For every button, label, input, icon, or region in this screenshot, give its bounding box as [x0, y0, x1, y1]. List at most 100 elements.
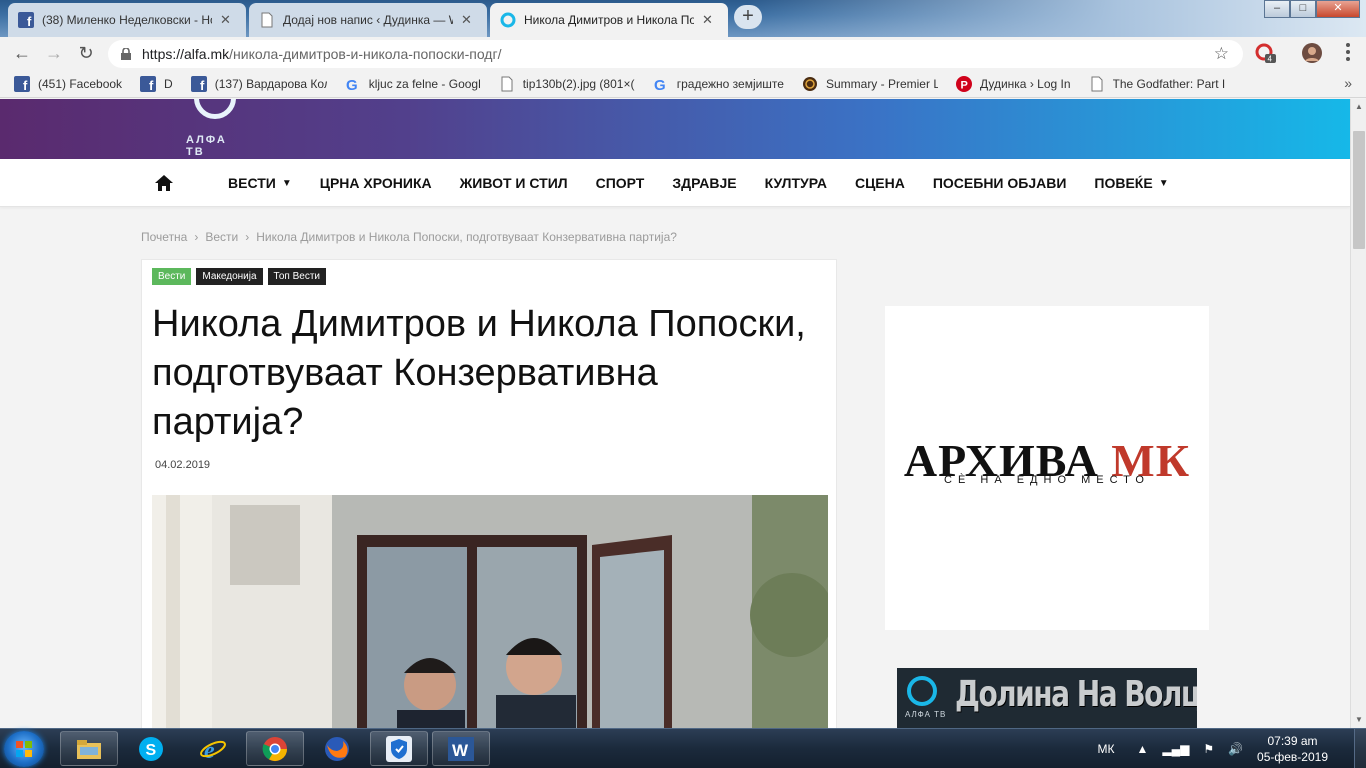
svg-text:f: f: [23, 78, 28, 92]
flag-icon[interactable]: ⚑: [1203, 742, 1214, 756]
bookmark-item[interactable]: f (451) Facebook: [14, 75, 122, 92]
nav-label: ПОСЕБНИ ОБЈАВИ: [932, 175, 1067, 191]
svg-text:P: P: [960, 79, 967, 91]
reload-icon[interactable]: ↻: [74, 42, 98, 66]
back-arrow-icon[interactable]: ←: [10, 42, 34, 66]
bookmark-label: (137) Вардарова Кол: [214, 76, 327, 91]
bookmark-item[interactable]: P Дудинка › Log In: [955, 75, 1071, 92]
taskbar-mcafee[interactable]: [370, 731, 428, 766]
svg-text:f: f: [27, 14, 32, 28]
close-window-button[interactable]: ✕: [1316, 0, 1360, 18]
tab-title: Никола Димитров и Никола По: [524, 13, 694, 27]
system-tray: МК ▲ ▂▄▆ ⚑ 🔊 07:39 am 05-фев-2019: [1097, 729, 1366, 768]
volume-icon[interactable]: 🔊: [1228, 742, 1243, 756]
bookmark-label: D: [164, 76, 173, 91]
taskbar-chrome[interactable]: [246, 731, 304, 766]
scroll-thumb[interactable]: [1353, 131, 1365, 249]
svg-text:e: e: [204, 738, 215, 763]
taskbar-skype[interactable]: S: [122, 731, 180, 766]
clock-time: 07:39 am: [1267, 734, 1318, 748]
chevron-down-icon: ▼: [281, 177, 292, 189]
nav-label: СЦЕНА: [854, 175, 905, 191]
nav-item-vesti[interactable]: ВЕСТИ ▼: [228, 175, 292, 191]
svg-text:f: f: [200, 78, 205, 92]
nav-item-kultura[interactable]: КУЛТУРА: [765, 175, 827, 191]
svg-text:f: f: [149, 78, 154, 92]
taskbar-word[interactable]: W: [432, 731, 490, 766]
archive-ad-banner[interactable]: АРХИВА МК СЀ НА ЕДНО МЕСТО: [885, 306, 1209, 630]
close-icon[interactable]: ✕: [461, 12, 472, 28]
page-icon: [501, 76, 513, 91]
svg-text:S: S: [146, 742, 157, 759]
bookmark-item[interactable]: tip130b(2).jpg (801×(: [499, 76, 635, 92]
clock[interactable]: 07:39 am 05-фев-2019: [1257, 733, 1328, 765]
new-tab-button[interactable]: +: [734, 5, 762, 29]
nav-label: ЦРНА ХРОНИКА: [319, 175, 432, 191]
nav-home[interactable]: [154, 174, 200, 192]
nav-item-poveke[interactable]: ПОВЕЌЕ ▼: [1094, 175, 1168, 191]
chrome-icon: [262, 736, 287, 761]
article-date: 04.02.2019: [155, 459, 211, 471]
promo-banner[interactable]: АЛФА ТВ Долина На Волците: [897, 668, 1197, 728]
profile-avatar[interactable]: [1301, 42, 1323, 64]
windows-logo-icon: [16, 741, 32, 757]
tab-3-active[interactable]: Никола Димитров и Никола По ✕: [490, 3, 728, 37]
tab-1[interactable]: f (38) Миленко Неделковски - Но ✕: [8, 3, 246, 37]
alfa-icon: [500, 12, 516, 28]
taskbar-explorer[interactable]: [60, 731, 118, 766]
bookmark-item[interactable]: f D: [140, 75, 173, 92]
address-bar[interactable]: https://alfa.mk/никола-димитров-и-никола…: [108, 40, 1243, 68]
firefox-icon: [325, 736, 349, 761]
bookmark-item[interactable]: f (137) Вардарова Кол: [190, 75, 327, 92]
scroll-up-arrow-icon[interactable]: ▲: [1351, 99, 1366, 115]
nav-item-crna-hronika[interactable]: ЦРНА ХРОНИКА: [320, 175, 432, 191]
alfa-logo-icon: [907, 676, 937, 706]
browser-menu-icon[interactable]: [1346, 43, 1350, 64]
nav-label: КУЛТУРА: [764, 175, 827, 191]
maximize-button[interactable]: □: [1290, 0, 1316, 18]
close-icon[interactable]: ✕: [220, 12, 231, 28]
tag-makedonija[interactable]: Македонија: [196, 268, 263, 285]
bookmark-item[interactable]: The Godfather: Part II: [1089, 76, 1225, 92]
close-icon[interactable]: ✕: [702, 12, 713, 28]
clock-date: 05-фев-2019: [1257, 750, 1328, 764]
browser-toolbar: ← → ↻ https://alfa.mk/никола-димитров-и-…: [0, 37, 1366, 70]
forward-arrow-icon[interactable]: →: [42, 42, 66, 66]
opera-extension-icon[interactable]: 4: [1255, 42, 1277, 64]
taskbar-firefox[interactable]: [308, 731, 366, 766]
bookmarks-overflow-button[interactable]: »: [1344, 75, 1352, 91]
article-photo[interactable]: [152, 495, 828, 728]
article-card: Вести Македонија Топ Вести Никола Димитр…: [141, 259, 837, 728]
site-logo[interactable]: АЛФА ТВ: [180, 99, 250, 158]
taskbar-internet-explorer[interactable]: e: [184, 731, 242, 766]
breadcrumb-home-link[interactable]: Почетна: [141, 230, 187, 244]
minimize-button[interactable]: –: [1264, 0, 1290, 18]
language-indicator[interactable]: МК: [1097, 742, 1114, 756]
page-scrollbar[interactable]: ▲ ▼: [1350, 99, 1366, 728]
nav-item-scena[interactable]: СЦЕНА: [855, 175, 905, 191]
tag-top-vesti[interactable]: Топ Вести: [267, 268, 327, 285]
bookmark-label: Summary - Premier L: [825, 76, 938, 91]
bookmark-item[interactable]: Summary - Premier L: [802, 76, 938, 92]
nav-item-sport[interactable]: СПОРТ: [596, 175, 645, 191]
tab-2[interactable]: Додај нов напис ‹ Дудинка — W ✕: [249, 3, 487, 37]
start-button[interactable]: [4, 731, 44, 767]
tag-vesti[interactable]: Вести: [152, 268, 192, 285]
article-title: Никола Димитров и Никола Попоски, подгот…: [152, 303, 806, 443]
internet-explorer-icon: e: [200, 738, 226, 763]
scroll-down-arrow-icon[interactable]: ▼: [1351, 712, 1366, 728]
breadcrumb-category-link[interactable]: Вести: [205, 230, 238, 244]
bookmark-label: градежно земјиште: [676, 76, 784, 91]
bookmark-item[interactable]: G градежно земјиште: [653, 76, 784, 92]
bookmark-item[interactable]: G kljuc za felne - Googl: [345, 76, 481, 92]
nav-item-zivot-i-stil[interactable]: ЖИВОТ И СТИЛ: [460, 175, 568, 191]
nav-item-zdravje[interactable]: ЗДРАВЈЕ: [672, 175, 736, 191]
mcafee-shield-icon: [386, 735, 412, 762]
bookmark-star-icon[interactable]: ☆: [1214, 44, 1229, 64]
show-desktop-button[interactable]: [1354, 729, 1366, 768]
network-signal-icon[interactable]: ▂▄▆: [1162, 742, 1189, 756]
logo-text: АЛФА ТВ: [186, 134, 227, 158]
bookmark-label: The Godfather: Part II: [1112, 76, 1225, 91]
nav-item-posebni-objavi[interactable]: ПОСЕБНИ ОБЈАВИ: [933, 175, 1067, 191]
tray-expand-icon[interactable]: ▲: [1136, 742, 1148, 756]
